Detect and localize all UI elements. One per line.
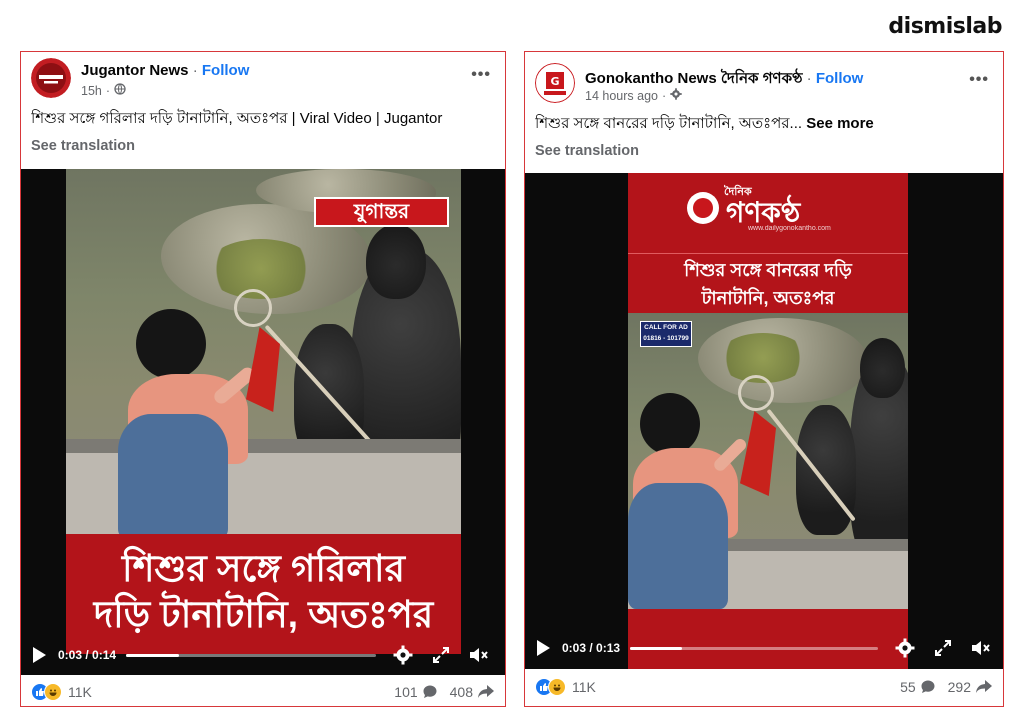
ad-phone: 01816 - 101799 [643,335,689,342]
video-player[interactable]: দৈনিক গণকণ্ঠ www.dailygonokantho.com শিশ… [525,173,1003,669]
comment-count[interactable]: 55 [900,679,916,695]
video-player[interactable]: যুগান্তর শিশুর সঙ্গে গরিলার দড়ি টানাটান… [21,169,505,675]
globe-icon [114,83,126,98]
gonokantho-emblem-icon [687,192,719,224]
post-card-gonokantho: G Gonokantho News দৈনিক গণকণ্ঠ · Follow … [524,51,1004,707]
video-controls: 0:03 / 0:13 [525,628,1003,668]
follow-button[interactable]: Follow [816,70,864,87]
share-count[interactable]: 408 [450,684,473,700]
separator-dot: · [192,62,202,79]
post-footer: 11K 101 408 [31,679,495,705]
reaction-count[interactable]: 11K [572,679,596,695]
svg-text:G: G [550,75,559,88]
post-time[interactable]: 14 hours ago [585,89,658,103]
caption-text: শিশুর সঙ্গে গরিলার দড়ি টানাটানি, অতঃপর … [31,110,443,127]
video-title-overlay: শিশুর সঙ্গে বানরের দড়ি টানাটানি, অতঃপর [628,253,908,313]
gorilla-head [860,338,905,398]
share-icon [975,679,993,695]
page-name[interactable]: Gonokantho News দৈনিক গণকণ্ঠ [585,70,803,87]
more-options-icon[interactable]: ••• [969,71,989,89]
caption-text: শিশুর সঙ্গে বানরের দড়ি টানাটানি, অতঃপর.… [535,115,803,132]
post-caption: শিশুর সঙ্গে গরিলার দড়ি টানাটানি, অতঃপর … [31,107,495,132]
separator-dot: · [806,70,816,87]
girl-overalls [118,414,228,539]
post-meta: 15h · [81,83,126,98]
mute-icon[interactable] [468,644,490,666]
ad-badge: CALL FOR AD 01816 - 101799 [640,321,692,347]
video-frame: যুগান্তর [66,169,461,539]
post-card-jugantor: Jugantor News · Follow 15h · ••• শিশুর স… [20,51,506,707]
fullscreen-icon[interactable] [932,637,954,659]
post-caption: শিশুর সঙ্গে বানরের দড়ি টানাটানি, অতঃপর.… [535,112,993,137]
rope-ring [234,289,272,327]
post-header: G Gonokantho News দৈনিক গণকণ্ঠ · Follow … [535,63,993,107]
reaction-count[interactable]: 11K [68,684,92,700]
logo-url: www.dailygonokantho.com [748,225,831,232]
progress-fill [126,653,179,657]
rope-ring [738,375,774,411]
haha-reaction-icon[interactable] [548,678,566,696]
fullscreen-icon[interactable] [430,644,452,666]
see-translation-link[interactable]: See translation [31,138,135,154]
gorilla-head [366,224,426,299]
see-translation-link[interactable]: See translation [535,143,639,159]
see-more-link[interactable]: See more [806,115,874,132]
follow-button[interactable]: Follow [202,62,250,79]
share-icon [477,684,495,700]
post-footer: 11K 55 292 [535,674,993,700]
haha-reaction-icon[interactable] [44,683,62,701]
comment-icon [920,679,936,695]
overlay-line-1: শিশুর সঙ্গে গরিলার [122,548,405,589]
post-header: Jugantor News · Follow 15h · ••• [31,58,495,102]
engagement-stats: 101 408 [394,684,495,700]
video-controls: 0:03 / 0:14 [21,635,505,675]
page-name[interactable]: Jugantor News [81,62,189,79]
dismislab-watermark: dismislab [888,14,1002,39]
avatar[interactable]: G [535,63,575,103]
video-frame: CALL FOR AD 01816 - 101799 [628,313,908,609]
girl-overalls [628,483,728,609]
settings-gear-icon[interactable] [894,637,916,659]
post-meta: 14 hours ago · [585,88,682,103]
gonokantho-logo-area: দৈনিক গণকণ্ঠ www.dailygonokantho.com [628,173,908,253]
play-icon[interactable] [537,640,550,656]
comment-count[interactable]: 101 [394,684,417,700]
post-time[interactable]: 15h [81,84,102,98]
progress-bar[interactable] [126,653,377,657]
girl-hair [136,309,206,379]
separator-dot: · [661,88,667,103]
share-count[interactable]: 292 [948,679,971,695]
mute-icon[interactable] [970,637,992,659]
ad-label: CALL FOR AD [644,324,688,331]
jugantor-logo: যুগান্তর [314,197,449,227]
separator-dot: · [105,83,111,98]
overlay-line-1: শিশুর সঙ্গে বানরের দড়ি [684,260,852,280]
settings-gear-icon [670,88,682,103]
page-name-line: Jugantor News · Follow [81,62,249,79]
progress-fill [630,646,683,650]
overlay-line-2: দড়ি টানাটানি, অতঃপর [93,594,434,635]
engagement-stats: 55 292 [900,679,993,695]
more-options-icon[interactable]: ••• [471,66,491,84]
girl-hair [640,393,700,455]
video-time: 0:03 / 0:13 [562,641,621,655]
settings-gear-icon[interactable] [392,644,414,666]
avatar[interactable] [31,58,71,98]
comment-icon [422,684,438,700]
red-cloth [740,411,776,496]
video-time: 0:03 / 0:14 [58,648,117,662]
play-icon[interactable] [33,647,46,663]
overlay-line-2: টানাটানি, অতঃপর [701,288,835,308]
progress-bar[interactable] [630,646,879,650]
